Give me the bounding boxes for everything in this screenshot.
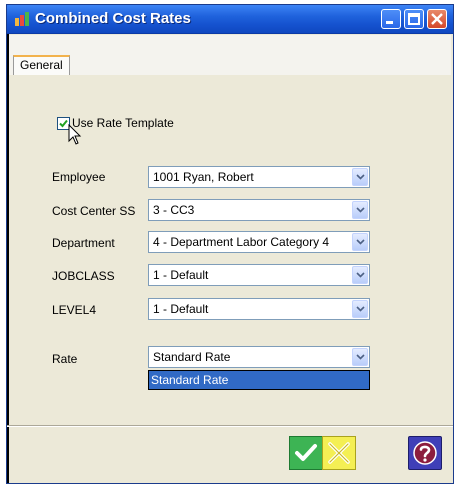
checkmark-icon xyxy=(295,444,317,461)
department-dropdown-button[interactable] xyxy=(352,233,368,251)
employee-select[interactable]: 1001 Ryan, Robert xyxy=(148,166,370,188)
level4-label: LEVEL4 xyxy=(52,303,97,317)
rate-dropdown-button[interactable] xyxy=(352,348,368,366)
cost-center-dropdown-button[interactable] xyxy=(352,201,368,219)
minimize-icon xyxy=(386,21,393,24)
rate-option-standard-rate[interactable]: Standard Rate xyxy=(148,370,370,390)
rate-value: Standard Rate xyxy=(153,350,231,364)
rate-select[interactable]: Standard Rate xyxy=(148,346,370,368)
jobclass-label: JOBCLASS xyxy=(52,269,115,283)
mouse-pointer-icon xyxy=(68,124,82,145)
chevron-down-icon xyxy=(356,174,365,180)
app-icon xyxy=(15,12,29,26)
ok-button[interactable] xyxy=(289,436,323,470)
level4-select[interactable]: 1 - Default xyxy=(148,298,370,320)
department-select[interactable]: 4 - Department Labor Category 4 xyxy=(148,231,370,253)
department-value: 4 - Department Labor Category 4 xyxy=(153,235,330,249)
tab-strip: General xyxy=(9,35,451,76)
cost-center-label: Cost Center SS xyxy=(52,204,136,218)
maximize-icon xyxy=(408,13,420,25)
rate-label: Rate xyxy=(52,352,78,366)
tab-general[interactable]: General xyxy=(13,55,70,75)
level4-dropdown-button[interactable] xyxy=(352,300,368,318)
maximize-button[interactable] xyxy=(404,9,424,29)
department-label: Department xyxy=(52,236,115,250)
cost-center-select[interactable]: 3 - CC3 xyxy=(148,199,370,221)
jobclass-select[interactable]: 1 - Default xyxy=(148,264,370,286)
close-button[interactable] xyxy=(427,9,447,29)
help-button[interactable] xyxy=(408,436,442,470)
footer-divider xyxy=(7,425,453,427)
chevron-down-icon xyxy=(356,306,365,312)
employee-value: 1001 Ryan, Robert xyxy=(153,170,254,184)
chevron-down-icon xyxy=(356,239,365,245)
jobclass-dropdown-button[interactable] xyxy=(352,266,368,284)
jobclass-value: 1 - Default xyxy=(153,268,209,282)
chevron-down-icon xyxy=(356,272,365,278)
employee-dropdown-button[interactable] xyxy=(352,168,368,186)
level4-value: 1 - Default xyxy=(153,302,209,316)
window-title: Combined Cost Rates xyxy=(35,10,191,27)
question-icon xyxy=(413,441,437,465)
chevron-down-icon xyxy=(356,207,365,213)
title-bar[interactable]: Combined Cost Rates xyxy=(7,5,453,34)
x-icon xyxy=(328,442,350,464)
cost-center-value: 3 - CC3 xyxy=(153,203,195,217)
use-rate-template-label: Use Rate Template xyxy=(72,116,174,130)
chevron-down-icon xyxy=(356,354,365,360)
cancel-button[interactable] xyxy=(322,436,356,470)
employee-label: Employee xyxy=(52,170,106,184)
close-icon xyxy=(431,13,443,25)
minimize-button[interactable] xyxy=(381,9,401,29)
